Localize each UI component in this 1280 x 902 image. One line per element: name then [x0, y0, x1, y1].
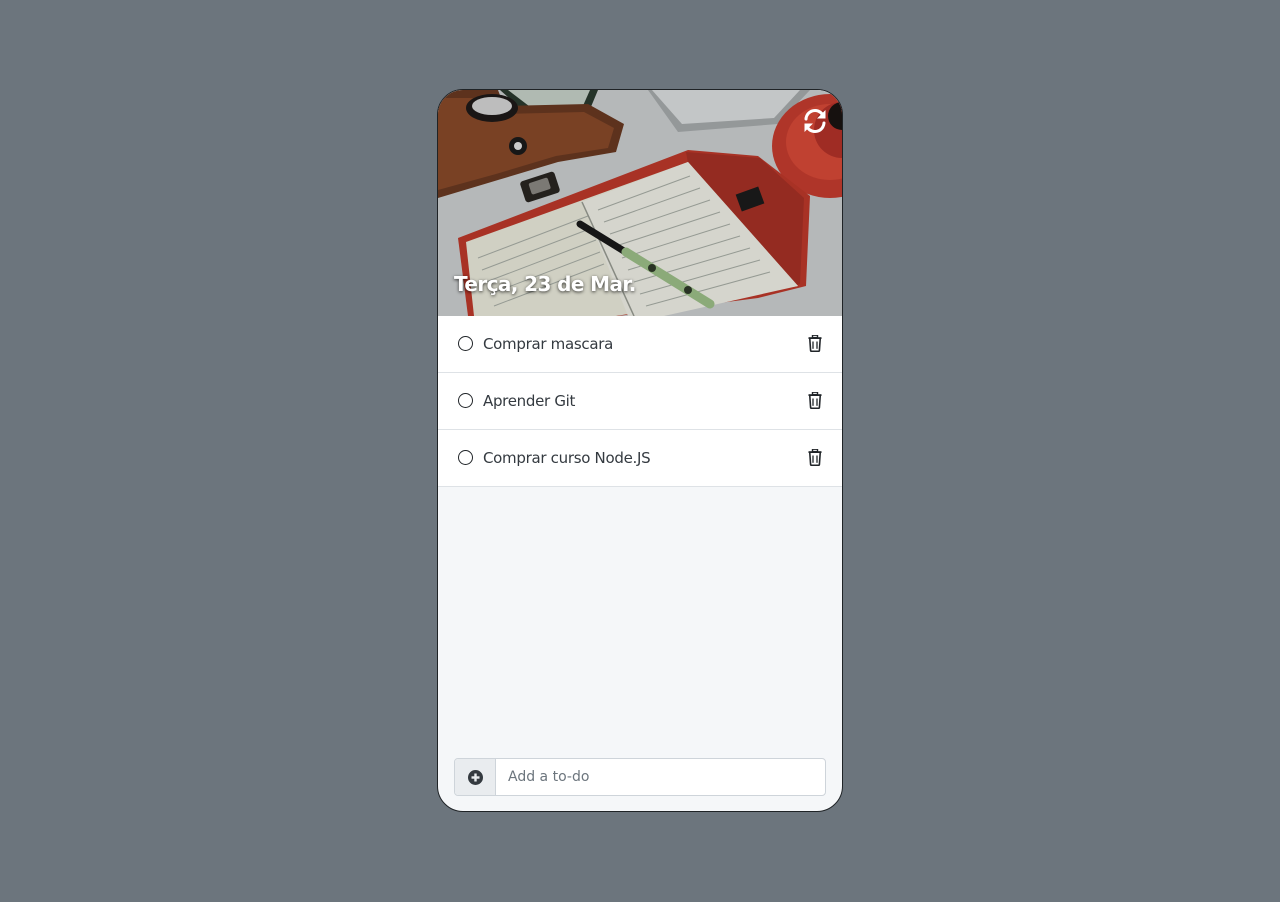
add-todo-button[interactable]	[455, 759, 496, 795]
todo-app: Terça, 23 de Mar. Comprar mascara Aprend…	[437, 89, 843, 812]
add-todo-bar	[454, 758, 826, 796]
trash-icon[interactable]	[808, 449, 822, 466]
header-banner: Terça, 23 de Mar.	[438, 90, 842, 316]
todo-label: Aprender Git	[483, 392, 576, 410]
trash-icon[interactable]	[808, 392, 822, 409]
todo-list: Comprar mascara Aprender Git Comprar cur…	[438, 316, 842, 487]
todo-label: Comprar curso Node.JS	[483, 449, 651, 467]
date-heading: Terça, 23 de Mar.	[454, 272, 636, 296]
add-todo-input[interactable]	[496, 759, 816, 795]
todo-label: Comprar mascara	[483, 335, 613, 353]
sync-icon[interactable]	[802, 108, 828, 134]
todo-item: Comprar mascara	[438, 316, 842, 373]
plus-circle-icon	[467, 769, 483, 785]
circle-checkbox-icon[interactable]	[458, 393, 473, 408]
trash-icon[interactable]	[808, 335, 822, 352]
circle-checkbox-icon[interactable]	[458, 450, 473, 465]
circle-checkbox-icon[interactable]	[458, 336, 473, 351]
todo-item: Aprender Git	[438, 373, 842, 430]
todo-item: Comprar curso Node.JS	[438, 430, 842, 487]
